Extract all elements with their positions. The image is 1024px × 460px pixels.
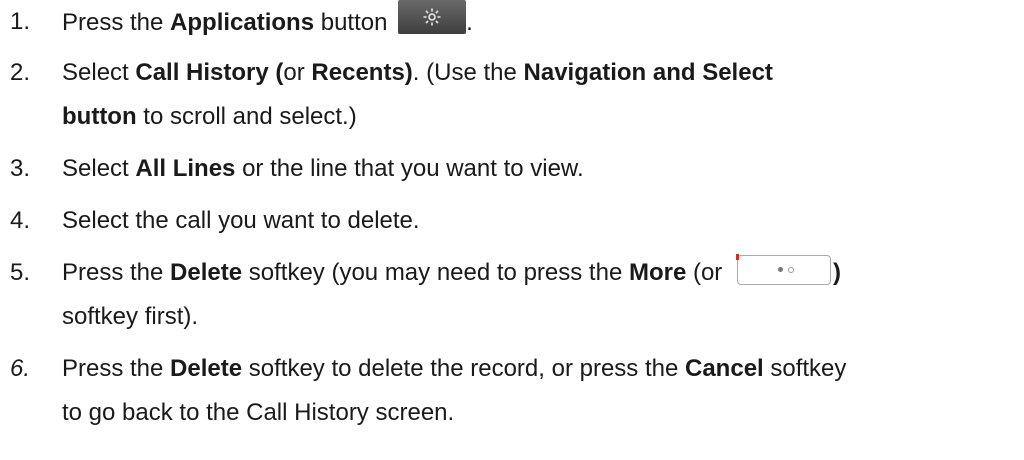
recents-label: Recents) (311, 59, 413, 86)
step-number: 3. (10, 155, 31, 182)
step-text: Press the (62, 9, 171, 36)
navigation-select-label: Navigation and Select (523, 59, 773, 86)
applications-button-icon (398, 0, 467, 34)
close-paren: ) (832, 259, 841, 286)
step-number: 5. (10, 259, 31, 286)
applications-label: Applications (170, 9, 315, 36)
button-label: button (62, 103, 137, 130)
more-softkey-icon (735, 254, 831, 285)
dots-icon (777, 267, 794, 273)
step-3: 3. Select All Lines or the line that you… (10, 147, 1010, 191)
step-text: softkey to delete the record, or press t… (242, 355, 685, 382)
delete-label: Delete (170, 355, 243, 382)
step-text: to go back to the Call History screen. (62, 399, 455, 426)
step-text: Select (62, 155, 136, 182)
delete-label: Delete (170, 259, 243, 286)
step-text: or (283, 59, 312, 86)
call-history-label: Call History ( (135, 59, 284, 86)
step-6: 6. Press the Delete softkey to delete th… (10, 347, 1010, 435)
step-text: Press the (62, 355, 171, 382)
step-text: to scroll and select.) (136, 103, 357, 130)
step-4: 4. Select the call you want to delete. (10, 199, 1010, 243)
all-lines-label: All Lines (135, 155, 236, 182)
step-text: softkey (you may need to press the (242, 259, 629, 286)
gear-icon (423, 8, 441, 26)
step-1: 1. Press the Applications button . (10, 0, 1010, 45)
red-mark (735, 254, 739, 260)
step-number: 2. (10, 59, 31, 86)
step-text: (or (686, 259, 729, 286)
step-text: Select the call you want to delete. (62, 207, 420, 234)
more-label: More (628, 259, 687, 286)
step-text: or the line that you want to view. (235, 155, 584, 182)
step-2: 2. Select Call History (or Recents). (Us… (10, 51, 1010, 139)
step-text: . (Use the (412, 59, 524, 86)
step-5: 5. Press the Delete softkey (you may nee… (10, 251, 1010, 339)
step-number: 1. (10, 8, 31, 35)
step-text: button (314, 9, 395, 36)
step-text: . (466, 9, 473, 36)
step-text: Press the (62, 259, 171, 286)
step-number: 6. (10, 355, 31, 382)
step-text: Select (62, 59, 136, 86)
cancel-label: Cancel (685, 355, 764, 382)
step-text: softkey (763, 355, 847, 382)
instruction-steps: 1. Press the Applications button . 2. Se… (10, 0, 1010, 443)
step-number: 4. (10, 207, 31, 234)
step-text: softkey first). (62, 303, 199, 330)
